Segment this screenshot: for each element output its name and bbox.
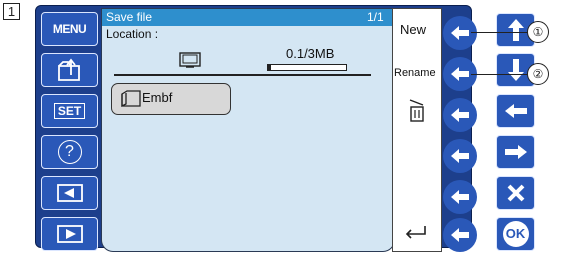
arrow-left-icon	[451, 67, 469, 81]
folder-name: Embf	[142, 90, 173, 105]
arrow-up-icon	[507, 19, 524, 41]
open-folder-icon	[57, 58, 80, 81]
lcd-screen: Save file 1/1 Location : 0.1/3MB Embf	[101, 8, 395, 252]
page-forward-icon	[56, 225, 83, 243]
step-number: 1	[3, 3, 20, 20]
ok-button[interactable]: OK	[496, 217, 535, 251]
divider	[114, 74, 371, 76]
softkey-button-5[interactable]	[443, 180, 477, 214]
close-icon	[507, 184, 524, 202]
return-softkey-button[interactable]	[443, 218, 477, 252]
softkey-button-4[interactable]	[443, 139, 477, 173]
help-button[interactable]: ?	[41, 135, 98, 169]
memory-usage: 0.1/3MB	[286, 46, 335, 61]
screen-title: Save file	[106, 10, 153, 24]
new-label: New	[400, 22, 427, 37]
folder-icon	[121, 90, 141, 108]
arrow-right-icon	[504, 145, 527, 159]
cancel-button[interactable]	[496, 176, 535, 210]
location-label: Location :	[106, 27, 159, 41]
arrow-left-icon	[504, 104, 527, 118]
callout-2: ②	[527, 63, 549, 85]
set-button-label: SET	[53, 103, 86, 119]
open-file-button[interactable]	[41, 53, 98, 87]
set-button[interactable]: SET	[41, 94, 98, 128]
delete-softkey-button[interactable]	[443, 98, 477, 132]
memory-bar	[267, 64, 347, 71]
rename-label: Rename	[394, 67, 436, 79]
arrow-left-icon	[451, 190, 469, 204]
memory-bar-fill	[268, 65, 271, 70]
delete-icon	[409, 99, 424, 122]
help-icon: ?	[57, 140, 82, 164]
callout-1: ①	[527, 21, 549, 43]
forward-page-button[interactable]	[41, 217, 98, 251]
right-button[interactable]	[496, 135, 535, 169]
ok-button-label: OK	[502, 221, 529, 247]
internal-memory-icon[interactable]	[179, 52, 201, 68]
softkey-labels: New Rename	[392, 8, 442, 252]
page-back-icon	[56, 184, 83, 202]
arrow-down-icon	[507, 59, 524, 81]
arrow-left-icon	[451, 228, 469, 242]
folder-button-embf[interactable]: Embf	[111, 83, 231, 115]
callout-line-1	[471, 32, 527, 34]
return-icon	[405, 226, 426, 239]
menu-button-label: MENU	[52, 22, 87, 36]
back-page-button[interactable]	[41, 176, 98, 210]
title-bar: Save file 1/1	[102, 9, 394, 26]
arrow-left-icon	[451, 149, 469, 163]
callout-line-2	[471, 74, 527, 76]
menu-button[interactable]: MENU	[41, 12, 98, 46]
left-button[interactable]	[496, 94, 535, 128]
arrow-left-icon	[451, 26, 469, 40]
page-indicator: 1/1	[367, 10, 384, 24]
arrow-left-icon	[451, 108, 469, 122]
